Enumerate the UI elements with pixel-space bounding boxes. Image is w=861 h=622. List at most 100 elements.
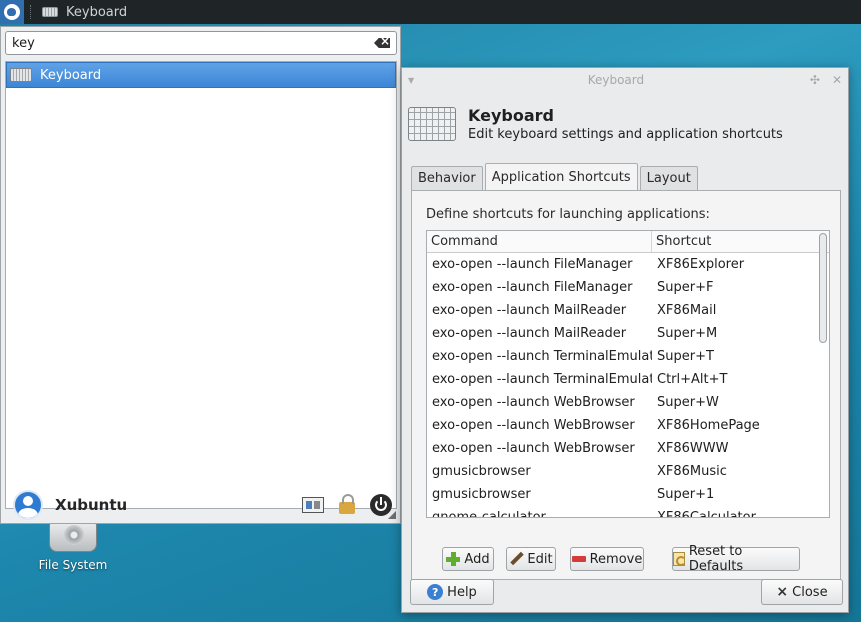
tab-behavior[interactable]: Behavior <box>411 166 483 190</box>
window-title: Keyboard <box>587 73 645 87</box>
add-button[interactable]: Add <box>442 547 494 571</box>
tab-bar: Behavior Application Shortcuts Layout <box>411 162 698 191</box>
dialog-header: Keyboard Edit keyboard settings and appl… <box>408 100 844 148</box>
xubuntu-mouse-icon <box>4 4 20 20</box>
top-panel: Keyboard <box>0 0 861 24</box>
shortcut-cell: XF86WWW <box>657 441 729 456</box>
shortcut-cell: XF86Calculator <box>657 510 756 518</box>
keyboard-icon <box>42 7 58 17</box>
table-row[interactable]: gmusicbrowser XF86Music <box>427 460 829 483</box>
search-input-value: key <box>12 35 35 51</box>
table-row[interactable]: exo-open --launch TerminalEmulator Super+… <box>427 345 829 368</box>
shortcuts-description: Define shortcuts for launching applicati… <box>426 207 710 222</box>
add-button-label: Add <box>464 551 490 567</box>
keyboard-icon <box>10 68 32 82</box>
shortcut-cell: Ctrl+Alt+T <box>657 372 728 387</box>
shortcut-cell: Super+F <box>657 280 714 295</box>
table-row[interactable]: exo-open --launch FileManager XF86Explore… <box>427 253 829 276</box>
close-window-icon[interactable]: ✕ <box>832 73 842 87</box>
tab-page-application-shortcuts: Define shortcuts for launching applicati… <box>411 190 841 580</box>
command-cell: exo-open --launch MailReader <box>432 326 627 341</box>
table-row[interactable]: exo-open --launch WebBrowser XF86HomePage <box>427 414 829 437</box>
shortcut-cell: XF86HomePage <box>657 418 760 433</box>
list-item[interactable]: Keyboard <box>6 62 396 88</box>
tab-application-shortcuts[interactable]: Application Shortcuts <box>484 163 638 191</box>
shortcut-cell: XF86Music <box>657 464 727 479</box>
window-titlebar[interactable]: ▼ Keyboard ✣ ✕ <box>402 68 848 92</box>
add-icon <box>446 552 461 566</box>
shortcut-cell: XF86Explorer <box>657 257 745 272</box>
table-body: exo-open --launch FileManager XF86Explore… <box>427 253 829 518</box>
shortcut-cell: Super+T <box>657 349 714 364</box>
remove-icon <box>571 556 586 562</box>
edit-icon <box>509 552 523 566</box>
whisker-menu: key Keyboard Xubuntu <box>0 26 401 524</box>
app-menu-button[interactable] <box>0 0 24 24</box>
command-cell: gmusicbrowser <box>432 464 531 479</box>
command-cell: exo-open --launch FileManager <box>432 257 633 272</box>
help-button-label: Help <box>447 584 477 600</box>
table-row[interactable]: exo-open --launch TerminalEmulator Ctrl+A… <box>427 368 829 391</box>
lock-screen-icon <box>339 494 355 514</box>
reset-icon <box>673 552 686 566</box>
shortcut-cell: Super+W <box>657 395 719 410</box>
taskbar-item-keyboard[interactable]: Keyboard <box>42 5 127 20</box>
settings-manager-icon <box>302 497 324 513</box>
shortcut-cell: Super+M <box>657 326 718 341</box>
reset-button-label: Reset to Defaults <box>688 544 744 574</box>
shortcut-cell: Super+1 <box>657 487 715 502</box>
maximize-icon[interactable]: ✣ <box>810 73 820 87</box>
search-results-list: Keyboard <box>5 61 397 509</box>
command-cell: gnome-calculator <box>432 510 546 518</box>
help-button[interactable]: ? Help <box>410 579 494 605</box>
table-row[interactable]: exo-open --launch MailReader XF86Mail <box>427 299 829 322</box>
table-scrollbar[interactable] <box>819 233 827 515</box>
table-row[interactable]: exo-open --launch FileManager Super+F <box>427 276 829 299</box>
table-row[interactable]: gnome-calculator XF86Calculator <box>427 506 829 518</box>
close-button[interactable]: × Close <box>761 579 843 605</box>
panel-separator <box>30 5 32 19</box>
keyboard-icon <box>408 107 456 141</box>
command-cell: exo-open --launch MailReader <box>432 303 627 318</box>
desktop-icon-label: File System <box>38 558 108 572</box>
tab-layout[interactable]: Layout <box>639 166 698 190</box>
remove-button[interactable]: Remove <box>570 547 644 571</box>
command-cell: exo-open --launch TerminalEmulator <box>432 372 652 387</box>
table-row[interactable]: exo-open --launch WebBrowser Super+W <box>427 391 829 414</box>
command-cell: exo-open --launch WebBrowser <box>432 441 635 456</box>
resize-grip[interactable] <box>388 511 396 519</box>
table-row[interactable]: exo-open --launch WebBrowser XF86WWW <box>427 437 829 460</box>
edit-button-label: Edit <box>527 551 553 567</box>
column-header-command[interactable]: Command <box>427 231 652 252</box>
settings-manager-button[interactable] <box>301 493 325 517</box>
menu-actions <box>301 493 393 517</box>
column-header-shortcut[interactable]: Shortcut <box>652 231 814 252</box>
search-input[interactable]: key <box>5 31 397 55</box>
close-icon: × <box>776 584 789 600</box>
menu-footer: Xubuntu <box>13 489 393 521</box>
help-icon: ? <box>427 584 444 600</box>
keyboard-dialog: ▼ Keyboard ✣ ✕ Keyboard Edit keyboard se… <box>401 67 849 613</box>
table-row[interactable]: exo-open --launch MailReader Super+M <box>427 322 829 345</box>
reset-to-defaults-button[interactable]: Reset to Defaults <box>672 544 800 574</box>
desktop-icon-file-system[interactable]: File System <box>30 518 116 572</box>
remove-button-label: Remove <box>589 551 643 567</box>
command-cell: exo-open --launch WebBrowser <box>432 418 635 433</box>
close-button-label: Close <box>792 584 828 600</box>
taskbar-item-label: Keyboard <box>66 4 128 20</box>
scrollbar-thumb[interactable] <box>819 233 827 343</box>
window-menu-icon[interactable]: ▼ <box>408 76 422 85</box>
edit-button[interactable]: Edit <box>506 547 556 571</box>
username: Xubuntu <box>55 496 128 514</box>
command-cell: exo-open --launch FileManager <box>432 280 633 295</box>
command-cell: gmusicbrowser <box>432 487 531 502</box>
header-title: Keyboard <box>468 106 554 125</box>
user-avatar <box>13 490 43 520</box>
table-row[interactable]: gmusicbrowser Super+1 <box>427 483 829 506</box>
header-subtitle: Edit keyboard settings and application s… <box>468 127 783 142</box>
shortcut-cell: XF86Mail <box>657 303 717 318</box>
table-header: Command Shortcut <box>427 231 829 253</box>
command-cell: exo-open --launch TerminalEmulator <box>432 349 652 364</box>
clear-search-icon[interactable] <box>374 38 390 48</box>
lock-screen-button[interactable] <box>335 493 359 517</box>
